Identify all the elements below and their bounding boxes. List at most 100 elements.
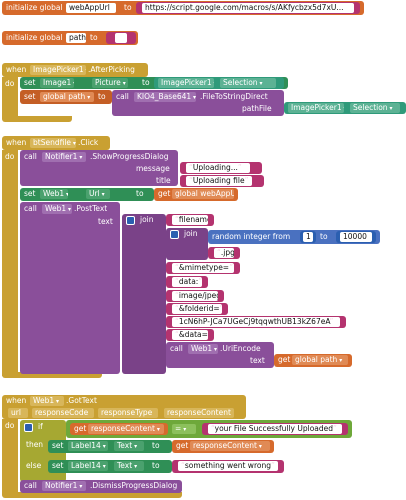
get-local-block[interactable]: get responseContent <box>172 440 274 453</box>
text-block[interactable]: something went wrong <box>172 460 284 473</box>
title-text-field[interactable]: Uploading file <box>186 176 252 186</box>
text-block[interactable]: your File Successfully Uploaded <box>202 423 348 435</box>
property-dropdown[interactable]: Text <box>114 441 144 451</box>
inner-join-block[interactable]: join <box>166 228 208 260</box>
to-label: to <box>98 92 106 101</box>
data-text-field[interactable]: data: <box>172 277 202 287</box>
component-dropdown[interactable]: KIO4_Base641 <box>134 92 196 102</box>
join-label: join <box>140 215 154 224</box>
else-text-field[interactable]: something went wrong <box>178 461 278 471</box>
to-label: to <box>136 189 144 198</box>
call-posttext-block[interactable]: call Web1 .PostText text <box>20 202 120 374</box>
component-dropdown[interactable]: Web1 <box>30 396 64 406</box>
text-block[interactable] <box>106 32 136 44</box>
component-dropdown[interactable]: btSendfile <box>30 138 76 148</box>
event-afterpicking-block[interactable]: when ImagePicker1 .AfterPicking <box>2 63 148 77</box>
component-dropdown[interactable]: Web1 <box>188 344 218 354</box>
set-label-text-block[interactable]: set Label14 Text to <box>48 440 172 453</box>
compare-text-field[interactable]: your File Successfully Uploaded <box>208 424 342 434</box>
data-eq-text-field[interactable]: &data= <box>172 330 208 340</box>
property-dropdown[interactable]: Url <box>86 189 110 199</box>
text-block[interactable]: Uploading file <box>180 175 264 187</box>
property-dropdown[interactable]: Picture <box>92 78 128 88</box>
init-global-path-block[interactable]: initialize global path to <box>2 31 138 45</box>
operator-dropdown[interactable]: = <box>172 424 196 434</box>
join-block[interactable]: join <box>122 214 166 374</box>
variable-dropdown[interactable]: global path <box>292 355 348 365</box>
to-number-field[interactable]: 10000 <box>340 232 372 242</box>
text-block[interactable]: data: <box>166 276 208 288</box>
set-global-path-block[interactable]: set global path to <box>20 90 112 104</box>
call-label: call <box>170 344 183 353</box>
text-block[interactable]: .jpg <box>208 247 240 259</box>
compare-block[interactable]: get responseContent = your File Successf… <box>66 420 352 438</box>
message-text-field[interactable]: Uploading... <box>186 163 250 173</box>
text-block[interactable]: Uploading... <box>180 162 262 174</box>
number-block[interactable]: 10000 <box>336 231 376 243</box>
set-label: set <box>24 92 36 101</box>
call-uriencode-block[interactable]: call Web1 .UriEncode text <box>166 342 274 368</box>
number-block[interactable]: 1 <box>300 231 316 243</box>
set-label-text-block[interactable]: set Label14 Text to <box>48 460 172 473</box>
call-filetostring-block[interactable]: call KIO4_Base641 .FileToStringDirect pa… <box>112 90 284 116</box>
component-dropdown[interactable]: Web1 <box>42 204 72 214</box>
component-dropdown[interactable]: ImagePicker1 <box>30 65 86 75</box>
param-url[interactable]: url <box>8 408 28 418</box>
property-dropdown[interactable]: Selection <box>350 103 400 113</box>
title-param-label: title <box>156 176 171 185</box>
set-image-picture-block[interactable]: set Image1 Picture to ImagePicker1 Selec… <box>20 77 288 89</box>
component-dropdown[interactable]: ImagePicker1 <box>288 103 344 113</box>
text-block[interactable]: https://script.google.com/macros/s/AKfyc… <box>136 2 360 14</box>
property-dropdown[interactable]: Selection <box>220 78 276 88</box>
variable-name-field[interactable]: path <box>66 33 86 43</box>
get-global-block[interactable]: get global webAppUrl <box>154 188 238 201</box>
property-dropdown[interactable]: Text <box>114 461 144 471</box>
url-text-field[interactable]: https://script.google.com/macros/s/AKfyc… <box>142 3 354 13</box>
param-responsecontent[interactable]: responseContent <box>164 408 234 418</box>
set-label: set <box>52 441 64 450</box>
component-dropdown[interactable]: Label14 <box>68 441 108 451</box>
text-block[interactable]: &data= <box>166 329 214 341</box>
set-web-url-block[interactable]: set Web1 Url to <box>20 188 154 201</box>
event-gottext-block[interactable]: when Web1 .GotText url responseCode resp… <box>2 395 246 419</box>
random-integer-block[interactable]: random integer from 1 to 10000 <box>208 230 380 244</box>
event-name: .Click <box>78 138 99 147</box>
text-block[interactable]: &folderid= <box>166 303 228 315</box>
call-showprogress-block[interactable]: call Notifier1 .ShowProgressDialog messa… <box>20 150 178 186</box>
param-responsecode[interactable]: responseCode <box>32 408 94 418</box>
folder-id-text-field[interactable]: 1cN6hP-JCa7UGeCj9tqqwthUB13kZ67eA <box>172 317 340 327</box>
component-dropdown[interactable]: Image1 <box>40 78 74 88</box>
gear-icon[interactable] <box>170 230 179 239</box>
mimetype-text-field[interactable]: &mimetype= <box>172 263 234 273</box>
getter-block[interactable]: ImagePicker1 Selection <box>284 102 406 114</box>
param-responsetype[interactable]: responseType <box>98 408 158 418</box>
get-local-block[interactable]: get responseContent <box>70 423 168 435</box>
imagejpeg-text-field[interactable]: image/jpeg <box>172 291 218 301</box>
component-dropdown[interactable]: Notifier1 <box>42 481 86 491</box>
text-block[interactable]: image/jpeg <box>166 290 224 302</box>
get-global-path-block[interactable]: get global path <box>274 354 352 367</box>
init-global-webappurl-block[interactable]: initialize global webAppUrl to https://s… <box>2 1 364 15</box>
call-dismissprogress-block[interactable]: call Notifier1 .DismissProgressDialog <box>20 480 182 493</box>
text-block[interactable]: filename= <box>166 214 214 226</box>
component-dropdown[interactable]: ImagePicker1 <box>158 78 214 88</box>
gear-icon[interactable] <box>126 216 135 225</box>
folderid-text-field[interactable]: &folderid= <box>172 304 222 314</box>
variable-dropdown[interactable]: global webAppUrl <box>172 189 234 199</box>
component-dropdown[interactable]: Label14 <box>68 461 108 471</box>
variable-dropdown[interactable]: responseContent <box>190 441 270 451</box>
component-dropdown[interactable]: Web1 <box>40 189 68 199</box>
variable-dropdown[interactable]: responseContent <box>88 424 164 434</box>
text-block[interactable]: 1cN6hP-JCa7UGeCj9tqqwthUB13kZ67eA <box>166 316 346 328</box>
variable-name-field[interactable]: webAppUrl <box>66 3 116 13</box>
filename-text-field[interactable]: filename= <box>172 215 208 225</box>
event-click-block[interactable]: when btSendfile .Click <box>2 136 110 150</box>
variable-dropdown[interactable]: global path <box>40 92 94 102</box>
gear-icon[interactable] <box>24 423 33 432</box>
empty-text-field[interactable] <box>115 33 127 43</box>
from-number-field[interactable]: 1 <box>303 232 313 242</box>
component-dropdown[interactable]: Notifier1 <box>42 152 86 162</box>
getter-block[interactable]: ImagePicker1 Selection <box>154 77 284 89</box>
ext-text-field[interactable]: .jpg <box>214 248 234 258</box>
text-block[interactable]: &mimetype= <box>166 262 240 274</box>
